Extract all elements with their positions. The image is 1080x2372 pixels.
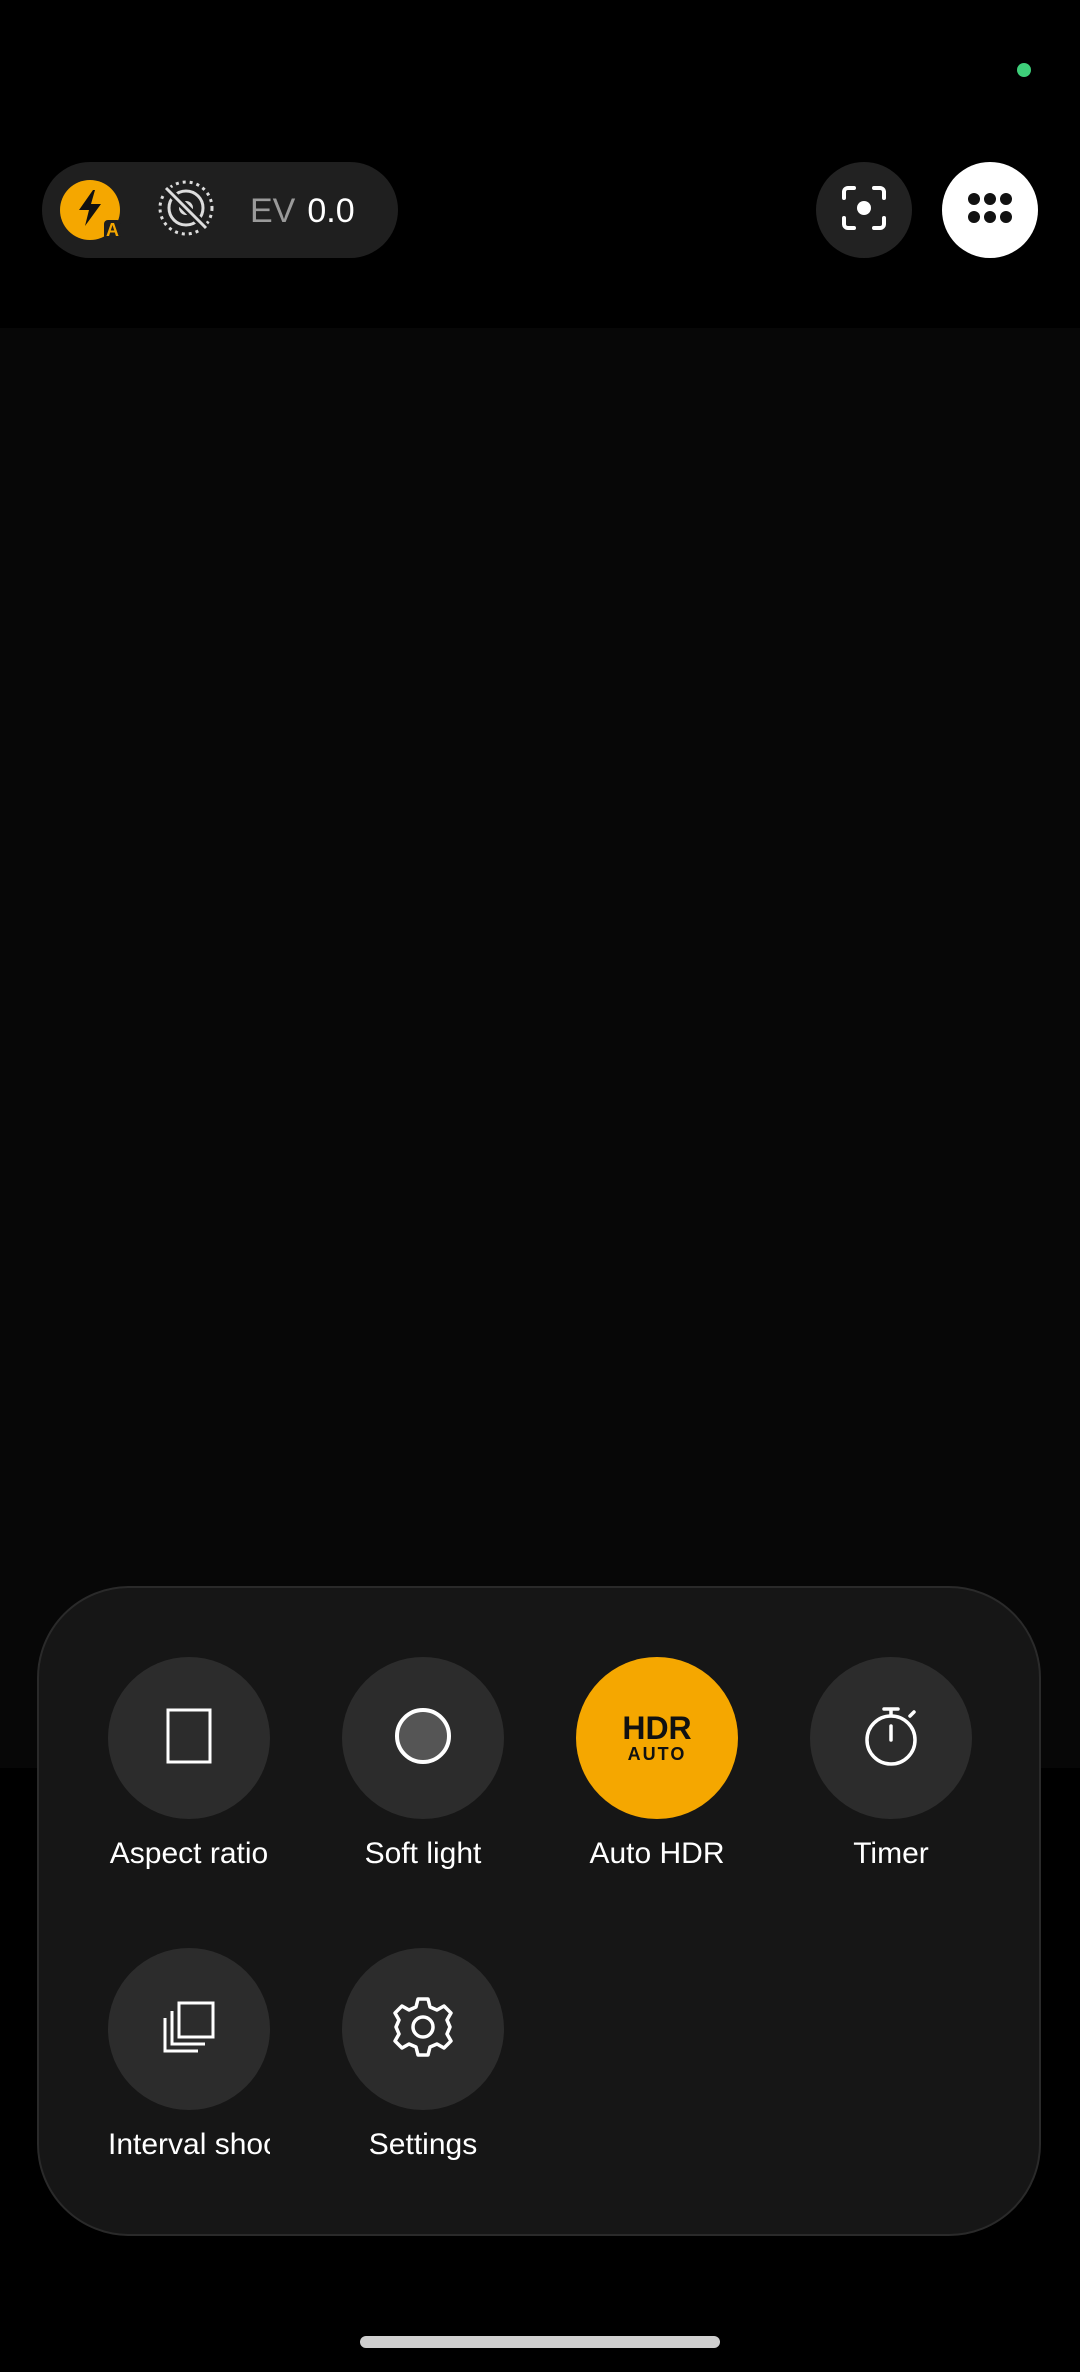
settings-button[interactable] xyxy=(342,1948,504,2110)
aspect-ratio-icon xyxy=(165,1707,213,1770)
auto-hdr-label: Auto HDR xyxy=(589,1837,725,1870)
aspect-ratio-label: Aspect ratio xyxy=(109,1837,269,1870)
hdr-icon-subtext: AUTO xyxy=(627,1744,687,1764)
settings-label: Settings xyxy=(368,2128,478,2161)
hdr-auto-icon: HDR AUTO xyxy=(622,1712,691,1764)
more-grid-icon xyxy=(967,192,1013,229)
interval-shooting-option[interactable]: Interval shoo xyxy=(94,1948,284,2162)
aspect-ratio-option[interactable]: Aspect ratio xyxy=(94,1657,284,1871)
timer-label: Timer xyxy=(853,1837,929,1870)
auto-hdr-option[interactable]: HDR AUTO Auto HDR xyxy=(562,1657,752,1871)
timer-button[interactable] xyxy=(810,1657,972,1819)
flash-auto-icon xyxy=(73,188,107,233)
aspect-ratio-button[interactable] xyxy=(108,1657,270,1819)
home-indicator[interactable] xyxy=(360,2336,720,2348)
exposure-value-control[interactable]: EV 0.0 xyxy=(250,186,355,236)
soft-light-option[interactable]: Soft light xyxy=(328,1657,518,1871)
live-photo-button[interactable] xyxy=(156,180,216,240)
soft-light-button[interactable] xyxy=(342,1657,504,1819)
more-options-button[interactable] xyxy=(942,162,1038,258)
hdr-icon-text: HDR xyxy=(622,1710,692,1746)
live-photo-off-icon xyxy=(156,178,216,243)
ev-value: 0.0 xyxy=(307,191,355,230)
privacy-indicator-dot xyxy=(1017,63,1031,77)
interval-shooting-button[interactable] xyxy=(108,1948,270,2110)
camera-screen: A EV 0.0 Aspect ratio Soft light HDR AUT… xyxy=(0,0,1080,2372)
interval-shooting-label: Interval shoo xyxy=(108,2128,270,2161)
flash-auto-badge: A xyxy=(104,220,121,240)
ev-label: EV xyxy=(250,191,296,230)
interval-shooting-icon xyxy=(161,1999,217,2060)
settings-option[interactable]: Settings xyxy=(328,1948,518,2162)
soft-light-icon xyxy=(393,1706,453,1771)
face-focus-button[interactable] xyxy=(816,162,912,258)
face-focus-icon xyxy=(840,184,888,237)
timer-option[interactable]: Timer xyxy=(796,1657,986,1871)
auto-hdr-button[interactable]: HDR AUTO xyxy=(576,1657,738,1819)
settings-gear-icon xyxy=(391,1995,455,2064)
camera-viewfinder[interactable] xyxy=(0,328,1080,1768)
timer-icon xyxy=(862,1704,920,1773)
soft-light-label: Soft light xyxy=(364,1837,482,1870)
